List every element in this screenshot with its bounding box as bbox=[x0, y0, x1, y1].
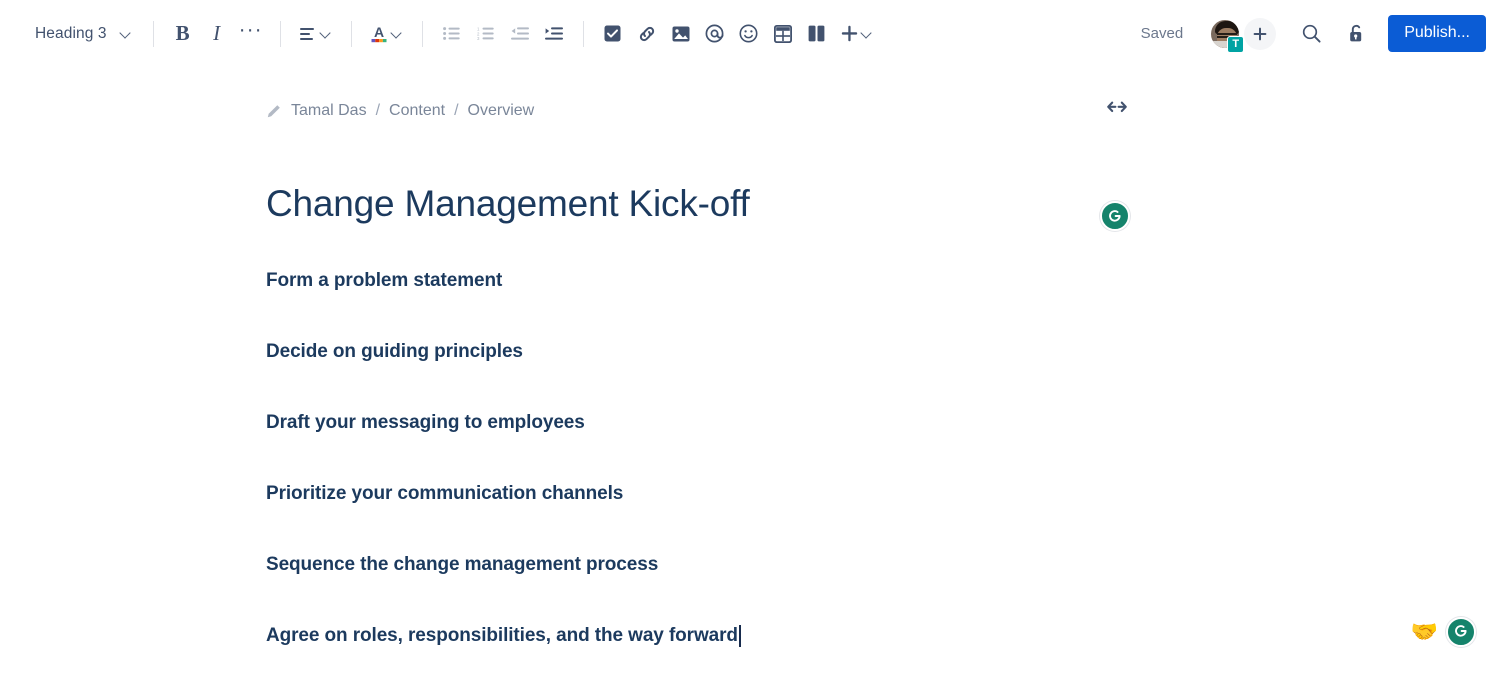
toolbar-divider bbox=[279, 20, 281, 47]
pencil-glyph bbox=[267, 104, 280, 117]
two-column-layout-icon bbox=[808, 25, 825, 42]
handshake-emoji[interactable]: 🤝 bbox=[1411, 620, 1438, 643]
restrictions-button[interactable] bbox=[1338, 17, 1372, 51]
publish-button[interactable]: Publish... bbox=[1388, 15, 1486, 52]
emoji-button[interactable] bbox=[732, 17, 766, 51]
chevron-down-icon bbox=[321, 28, 332, 39]
document-line[interactable]: Form a problem statement bbox=[266, 270, 1250, 341]
line-badges: 🤝 bbox=[1411, 616, 1476, 647]
action-item-button[interactable] bbox=[596, 17, 630, 51]
search-button[interactable] bbox=[1294, 17, 1328, 51]
expand-width-icon bbox=[1107, 101, 1127, 113]
collaborators-group: T bbox=[1209, 17, 1277, 53]
document-line-active[interactable]: Agree on roles, responsibilities, and th… bbox=[266, 616, 1476, 696]
outdent-icon bbox=[510, 27, 529, 40]
image-icon bbox=[672, 26, 690, 41]
line-text: Prioritize your communication channels bbox=[266, 482, 624, 504]
toolbar-divider bbox=[582, 20, 584, 47]
breadcrumb-item-1[interactable]: Content bbox=[389, 102, 445, 120]
link-icon bbox=[639, 26, 654, 41]
ellipsis-icon: ··· bbox=[238, 17, 263, 41]
more-formatting-button[interactable]: ··· bbox=[234, 17, 268, 51]
document-line[interactable]: Decide on guiding principles bbox=[266, 341, 1250, 412]
table-button[interactable] bbox=[766, 17, 800, 51]
align-left-icon bbox=[299, 27, 314, 40]
bold-button[interactable]: B bbox=[166, 17, 200, 51]
indent-icon bbox=[544, 27, 563, 40]
document-line[interactable]: Sequence the change management process bbox=[266, 554, 1250, 625]
add-people-button[interactable] bbox=[1244, 17, 1277, 50]
toolbar-divider bbox=[421, 20, 423, 47]
table-icon bbox=[773, 24, 792, 43]
breadcrumb-item-0[interactable]: Tamal Das bbox=[291, 102, 367, 120]
plus-icon bbox=[841, 25, 857, 42]
grammarly-icon bbox=[1454, 625, 1467, 637]
document-body[interactable]: Form a problem statement Decide on guidi… bbox=[266, 270, 1476, 696]
text-style-label: Heading 3 bbox=[35, 24, 107, 42]
svg-text:3: 3 bbox=[477, 36, 480, 40]
mention-icon bbox=[705, 24, 724, 43]
toolbar-left-group: Heading 3 B I ··· A 1 2 3 bbox=[24, 17, 880, 51]
bullet-list-button[interactable] bbox=[435, 17, 469, 51]
search-icon bbox=[1302, 24, 1321, 43]
text-align-button[interactable] bbox=[293, 17, 339, 51]
bold-label: B bbox=[175, 21, 190, 45]
outdent-button[interactable] bbox=[503, 17, 537, 51]
emoji-icon bbox=[739, 24, 758, 43]
plus-icon bbox=[1253, 27, 1267, 40]
save-status: Saved bbox=[1140, 25, 1184, 42]
grammarly-badge-title[interactable] bbox=[1100, 201, 1130, 231]
breadcrumb-separator: / bbox=[454, 102, 459, 119]
mention-button[interactable] bbox=[698, 17, 732, 51]
grammarly-badge-line[interactable] bbox=[1446, 616, 1476, 647]
numbered-list-button[interactable]: 1 2 3 bbox=[469, 17, 503, 51]
line-text: Draft your messaging to employees bbox=[266, 411, 585, 433]
checkbox-icon bbox=[604, 25, 621, 42]
layout-button[interactable] bbox=[800, 17, 834, 51]
line-text: Sequence the change management process bbox=[266, 553, 659, 575]
italic-button[interactable]: I bbox=[200, 17, 234, 51]
text-cursor bbox=[738, 624, 741, 647]
italic-label: I bbox=[213, 21, 221, 45]
numbered-list-icon: 1 2 3 bbox=[477, 27, 494, 40]
toolbar-divider bbox=[152, 20, 154, 47]
toolbar-right-group: Saved T Publish... bbox=[1140, 15, 1486, 53]
pencil-icon bbox=[266, 104, 281, 119]
line-text: Form a problem statement bbox=[266, 269, 503, 291]
document-line[interactable]: Draft your messaging to employees bbox=[266, 412, 1250, 483]
image-button[interactable] bbox=[664, 17, 698, 51]
grammarly-icon bbox=[1108, 209, 1121, 222]
document-line[interactable]: Prioritize your communication channels bbox=[266, 483, 1250, 554]
indent-button[interactable] bbox=[537, 17, 571, 51]
chevron-down-icon bbox=[392, 28, 403, 39]
breadcrumb-item-2[interactable]: Overview bbox=[468, 102, 535, 120]
avatar-badge: T bbox=[1227, 35, 1245, 53]
chevron-down-icon bbox=[862, 28, 873, 39]
line-text: Agree on roles, responsibilities, and th… bbox=[266, 624, 738, 646]
toolbar-divider bbox=[350, 20, 352, 47]
bulleted-list-icon bbox=[443, 27, 460, 40]
expand-width-button[interactable] bbox=[1106, 100, 1128, 114]
unlock-icon bbox=[1349, 24, 1361, 42]
svg-text:A: A bbox=[374, 24, 384, 40]
link-button[interactable] bbox=[630, 17, 664, 51]
page-content: Tamal Das / Content / Overview Change Ma… bbox=[250, 100, 1476, 696]
editor-page: Tamal Das / Content / Overview Change Ma… bbox=[0, 67, 1500, 696]
breadcrumb-separator: / bbox=[375, 102, 381, 119]
breadcrumb: Tamal Das / Content / Overview bbox=[266, 100, 1250, 122]
text-color-icon: A bbox=[371, 24, 387, 43]
editor-toolbar: Heading 3 B I ··· A 1 2 3 Saved T Publis… bbox=[0, 0, 1500, 67]
insert-more-button[interactable] bbox=[834, 17, 880, 51]
text-style-dropdown[interactable]: Heading 3 bbox=[24, 20, 141, 48]
chevron-down-icon bbox=[121, 28, 132, 39]
line-text: Decide on guiding principles bbox=[266, 340, 523, 362]
text-color-button[interactable]: A bbox=[364, 17, 410, 51]
